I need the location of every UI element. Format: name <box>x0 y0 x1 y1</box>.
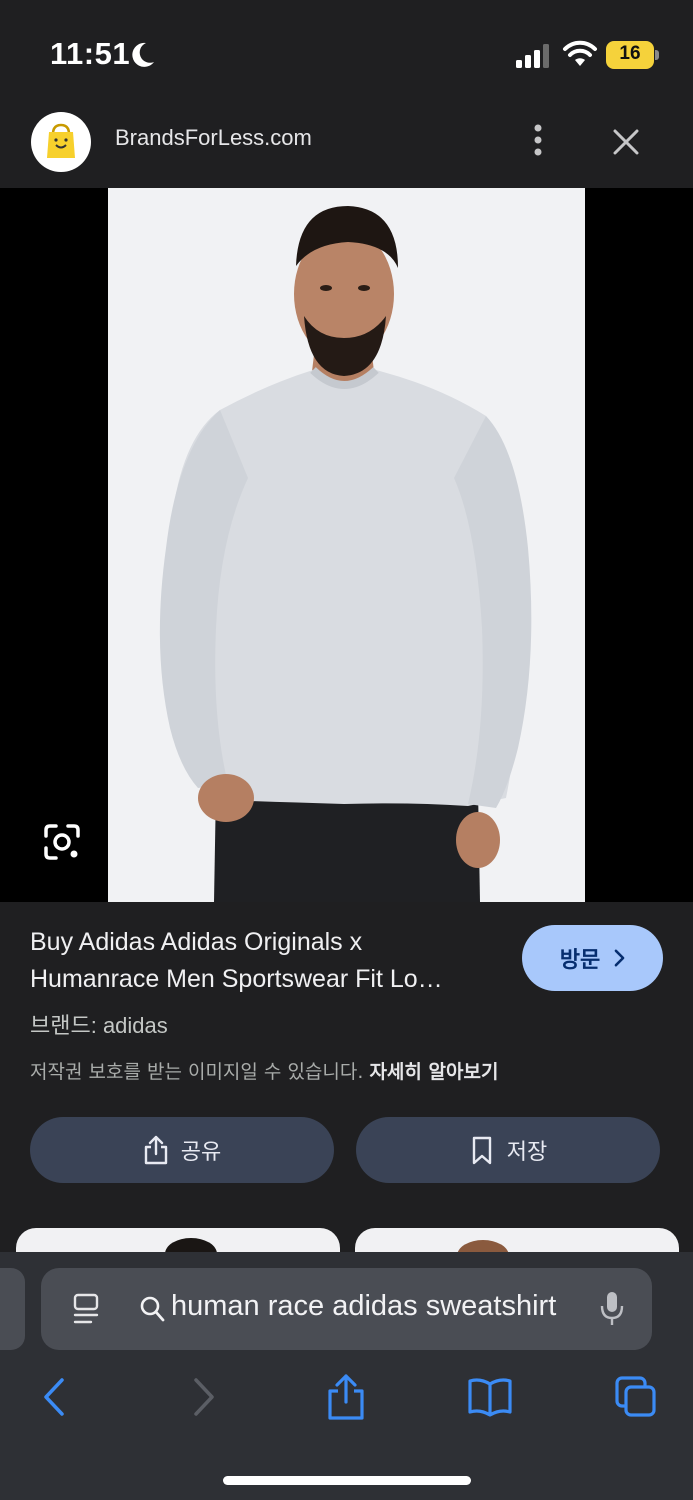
copyright-notice: 저작권 보호를 받는 이미지일 수 있습니다. 자세히 알아보기 <box>30 1057 498 1084</box>
wifi-icon <box>563 40 597 66</box>
status-time: 11:51 <box>50 36 131 71</box>
result-title[interactable]: Buy Adidas Adidas Originals x Humanrace … <box>30 924 500 998</box>
battery-icon: 16 <box>606 41 659 69</box>
more-vert-icon[interactable] <box>524 120 552 160</box>
site-name[interactable]: BrandsForLess.com <box>115 125 312 151</box>
share-icon <box>144 1135 167 1165</box>
site-header: BrandsForLess.com <box>0 100 693 188</box>
model-illustration <box>108 188 585 902</box>
search-icon <box>140 1296 165 1322</box>
shopping-bag-icon <box>47 123 75 158</box>
back-icon[interactable] <box>30 1372 78 1422</box>
address-text: human race adidas sweatshirt <box>171 1290 557 1322</box>
browser-toolbar: human race adidas sweatshirt <box>0 1252 693 1500</box>
signal-icon <box>516 44 549 68</box>
moon-icon <box>132 42 154 67</box>
bookmark-icon <box>472 1136 491 1165</box>
visit-button[interactable]: 방문 <box>522 925 663 991</box>
address-bar[interactable]: human race adidas sweatshirt <box>41 1268 652 1350</box>
status-bar: 11:51 16 <box>0 0 693 100</box>
reader-icon[interactable] <box>71 1292 103 1326</box>
learn-more-link[interactable]: 자세히 알아보기 <box>369 1061 498 1083</box>
close-icon[interactable] <box>606 122 646 162</box>
share-label: 공유 <box>180 1140 222 1165</box>
share-button[interactable]: 공유 <box>30 1117 334 1183</box>
tabs-icon[interactable] <box>612 1372 660 1422</box>
save-label: 저장 <box>506 1140 548 1165</box>
lens-icon[interactable] <box>40 820 84 864</box>
share-icon[interactable] <box>322 1372 370 1422</box>
save-button[interactable]: 저장 <box>356 1117 660 1183</box>
result-title-line1: Buy Adidas Adidas Originals x <box>30 928 363 956</box>
previous-tab-bar[interactable] <box>0 1268 25 1350</box>
battery-level: 16 <box>619 43 641 64</box>
bookmarks-icon[interactable] <box>466 1372 514 1422</box>
site-logo[interactable] <box>31 112 91 172</box>
image-viewer <box>0 188 693 902</box>
home-indicator <box>223 1476 471 1485</box>
copyright-text: 저작권 보호를 받는 이미지일 수 있습니다. <box>30 1061 364 1083</box>
brand-label: 브랜드: adidas <box>30 1013 168 1038</box>
visit-label: 방문 <box>559 948 601 973</box>
result-title-line2: Humanrace Men Sportswear Fit Lo… <box>30 965 443 993</box>
chevron-right-icon <box>614 949 625 967</box>
mic-icon[interactable] <box>599 1290 625 1328</box>
forward-icon[interactable] <box>180 1372 228 1422</box>
result-info: Buy Adidas Adidas Originals x Humanrace … <box>0 902 693 1268</box>
product-photo[interactable] <box>108 188 585 902</box>
